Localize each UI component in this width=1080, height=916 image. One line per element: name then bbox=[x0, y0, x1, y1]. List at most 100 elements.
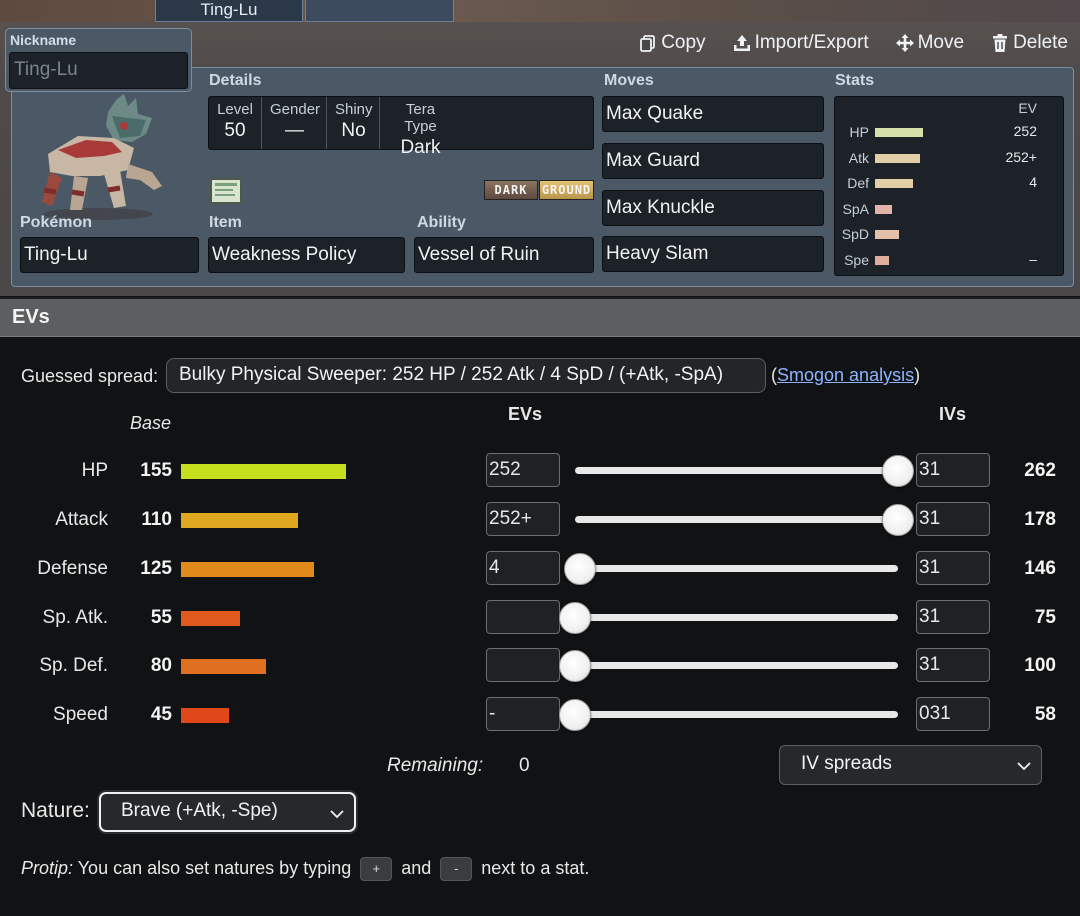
nickname-label: Nickname bbox=[10, 32, 77, 48]
move-slot-1[interactable]: Max Quake bbox=[602, 96, 824, 132]
ev-slider-track[interactable] bbox=[575, 711, 898, 718]
ev-slider-track[interactable] bbox=[575, 467, 898, 474]
ev-slider-thumb[interactable] bbox=[559, 699, 591, 731]
ev-slider-track[interactable] bbox=[575, 662, 898, 669]
chevron-down-icon bbox=[1017, 762, 1031, 771]
move-slot-4[interactable]: Heavy Slam bbox=[602, 236, 824, 272]
ev-input[interactable] bbox=[486, 600, 560, 634]
ev-slider-thumb[interactable] bbox=[559, 602, 591, 634]
base-stat-bar bbox=[181, 659, 266, 674]
iv-spreads-select[interactable]: IV spreads bbox=[779, 745, 1042, 785]
stats-heading: Stats bbox=[835, 72, 875, 89]
protip-text-3: next to a stat. bbox=[476, 857, 590, 878]
base-stat-value: 110 bbox=[141, 509, 172, 530]
evs-column-header: EVs bbox=[508, 404, 543, 424]
smogon-analysis: (Smogon analysis) bbox=[771, 365, 920, 386]
gender-cell[interactable]: Gender — bbox=[262, 97, 327, 149]
iv-input[interactable]: 31 bbox=[916, 648, 990, 682]
iv-input[interactable]: 31 bbox=[916, 453, 990, 487]
ability-label: Ability bbox=[417, 214, 466, 231]
protip-text-2: and bbox=[396, 857, 437, 878]
copy-label: Copy bbox=[661, 32, 706, 53]
tera-type-value: Dark bbox=[400, 137, 441, 158]
iv-input[interactable]: 31 bbox=[916, 551, 990, 585]
ev-input[interactable]: - bbox=[486, 697, 560, 731]
import-export-button[interactable]: Import/Export bbox=[732, 30, 869, 56]
iv-input[interactable]: 31 bbox=[916, 600, 990, 634]
stats-row-ev: – bbox=[1029, 251, 1037, 267]
remaining-label: Remaining: bbox=[387, 755, 484, 776]
ev-input[interactable]: 4 bbox=[486, 551, 560, 585]
tab-ting-lu[interactable]: Ting-Lu bbox=[155, 0, 303, 22]
ev-slider-thumb[interactable] bbox=[882, 504, 914, 536]
stats-row-bar bbox=[875, 154, 920, 163]
shiny-cell[interactable]: Shiny No bbox=[327, 97, 380, 149]
base-stat-value: 55 bbox=[150, 607, 172, 628]
stat-total: 178 bbox=[1024, 509, 1056, 530]
stats-row-label: Spe bbox=[844, 252, 869, 268]
stat-name: Speed bbox=[53, 704, 108, 725]
smogon-analysis-link[interactable]: Smogon analysis bbox=[777, 365, 914, 385]
stats-row-label: HP bbox=[849, 124, 869, 140]
base-stat-value: 125 bbox=[140, 558, 172, 579]
ev-row: Defense 125 4 31 146 bbox=[0, 550, 1080, 590]
guessed-spread-button[interactable]: Bulky Physical Sweeper: 252 HP / 252 Atk… bbox=[166, 358, 766, 393]
level-cell[interactable]: Level 50 bbox=[209, 97, 262, 149]
stats-row-bar bbox=[875, 256, 889, 265]
level-label: Level bbox=[217, 101, 253, 118]
stat-total: 262 bbox=[1024, 460, 1056, 481]
ev-input[interactable]: 252+ bbox=[486, 502, 560, 536]
ev-slider-track[interactable] bbox=[575, 516, 898, 523]
base-stat-bar bbox=[181, 611, 240, 626]
stats-row-bar bbox=[875, 230, 899, 239]
iv-input[interactable]: 31 bbox=[916, 502, 990, 536]
nickname-input[interactable]: Ting-Lu bbox=[9, 52, 188, 89]
ev-input[interactable] bbox=[486, 648, 560, 682]
remaining-value: 0 bbox=[519, 755, 530, 776]
stats-row-bar bbox=[875, 205, 892, 214]
details-box[interactable]: Level 50 Gender — Shiny No Tera Type Dar… bbox=[208, 96, 594, 158]
stats-row-label: Atk bbox=[848, 150, 869, 166]
move-slot-3[interactable]: Max Knuckle bbox=[602, 190, 824, 226]
ev-row: Sp. Atk. 55 31 75 bbox=[0, 599, 1080, 639]
stat-total: 100 bbox=[1024, 655, 1056, 676]
gender-label: Gender bbox=[270, 101, 321, 118]
stats-row-def: Def 4 bbox=[835, 172, 1063, 196]
ev-input[interactable]: 252 bbox=[486, 453, 560, 487]
stats-row-label: SpD bbox=[841, 226, 869, 242]
protip-text-1: You can also set natures by typing bbox=[73, 857, 357, 878]
move-label: Move bbox=[917, 32, 965, 53]
ev-slider-thumb[interactable] bbox=[559, 650, 591, 682]
ev-slider-thumb[interactable] bbox=[564, 553, 596, 585]
stat-total: 75 bbox=[1034, 607, 1056, 628]
ev-slider-track[interactable] bbox=[575, 565, 898, 572]
delete-button[interactable]: Delete bbox=[990, 30, 1068, 56]
shiny-value: No bbox=[341, 120, 366, 141]
move-button[interactable]: Move bbox=[895, 30, 964, 56]
stats-row-spe: Spe – bbox=[835, 249, 1063, 273]
tera-type-cell[interactable]: Tera Type Dark bbox=[380, 97, 460, 158]
base-stat-bar bbox=[181, 562, 314, 577]
ev-slider-thumb[interactable] bbox=[882, 455, 914, 487]
stats-summary[interactable]: EV HP 252 Atk 252+ Def 4 SpA SpD Spe – bbox=[834, 96, 1064, 276]
nature-select[interactable]: Brave (+Atk, -Spe) bbox=[99, 792, 356, 832]
ev-slider-track[interactable] bbox=[575, 614, 898, 621]
stat-name: Sp. Atk. bbox=[42, 607, 108, 628]
stats-row-bar bbox=[875, 128, 923, 137]
copy-button[interactable]: Copy bbox=[638, 30, 706, 56]
base-stat-bar bbox=[181, 513, 298, 528]
tab-next[interactable] bbox=[305, 0, 454, 22]
move-slot-2[interactable]: Max Guard bbox=[602, 143, 824, 179]
pokemon-field[interactable]: Ting-Lu bbox=[20, 237, 199, 273]
delete-label: Delete bbox=[1013, 32, 1068, 53]
item-field[interactable]: Weakness Policy bbox=[208, 237, 405, 273]
base-column-header: Base bbox=[130, 413, 172, 433]
protip-label: Protip: bbox=[21, 857, 74, 878]
ev-row: Sp. Def. 80 31 100 bbox=[0, 647, 1080, 687]
ability-field[interactable]: Vessel of Ruin bbox=[414, 237, 594, 273]
stats-ev-header: EV bbox=[1018, 100, 1037, 116]
nature-label: Nature: bbox=[21, 799, 90, 822]
iv-input[interactable]: 031 bbox=[916, 697, 990, 731]
nickname-box: Nickname Ting-Lu bbox=[5, 28, 192, 92]
pokemon-sprite[interactable] bbox=[28, 92, 168, 222]
